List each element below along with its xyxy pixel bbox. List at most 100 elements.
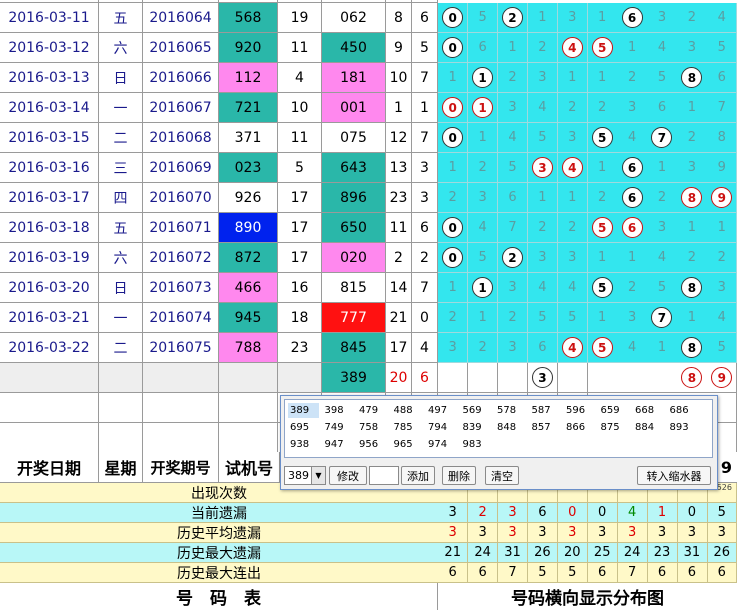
predict-ball: 8 xyxy=(681,367,703,388)
number-list-item[interactable]: 974 xyxy=(426,437,457,452)
modify-button[interactable]: 修改 xyxy=(329,466,367,485)
grid-cell-3: 3 xyxy=(527,63,559,93)
number-list-item[interactable]: 875 xyxy=(599,420,630,435)
stats-value: 7 xyxy=(617,563,648,583)
grid-cell-0: 0 xyxy=(438,213,469,243)
grid-cell-4: 2 xyxy=(557,213,588,243)
number-list-item[interactable]: 884 xyxy=(633,420,664,435)
cell-dk: 7 xyxy=(412,123,438,153)
grid-cell-9: 2 xyxy=(707,243,737,273)
predict-ts xyxy=(278,363,322,393)
grid-cell-9: 9 xyxy=(707,183,737,213)
stats-value: 31 xyxy=(497,543,529,563)
grid-cell-6: 4 xyxy=(617,123,648,153)
cell-week: 日 xyxy=(99,63,143,93)
cell-dk: 6 xyxy=(412,3,438,33)
number-list-item[interactable]: 668 xyxy=(633,403,664,418)
number-list-item[interactable]: 659 xyxy=(599,403,630,418)
transfer-to-filter-button[interactable]: 转入缩水器 xyxy=(637,466,711,485)
number-list-item[interactable]: 794 xyxy=(426,420,457,435)
add-button[interactable]: 添加 xyxy=(401,466,435,485)
grid-cell-0: 0 xyxy=(438,93,469,123)
cell-ds: 2 xyxy=(386,243,412,273)
chevron-down-icon[interactable]: ▼ xyxy=(311,467,325,484)
clear-button[interactable]: 清空 xyxy=(485,466,519,485)
grid-cell-9: 5 xyxy=(707,33,737,63)
delete-button[interactable]: 删除 xyxy=(442,466,476,485)
grid-cell-8: 8 xyxy=(677,63,708,93)
number-editor-popup: 389 398 479 488 497 569 578 587 596 659 668 686 695 7… xyxy=(280,395,718,490)
cell-dk: 7 xyxy=(412,63,438,93)
number-list-item[interactable]: 947 xyxy=(323,437,354,452)
grid-cell-4: 4 xyxy=(557,333,588,363)
cell-ds: 1 xyxy=(386,93,412,123)
grid-cell-6: 6 xyxy=(617,183,648,213)
number-input[interactable] xyxy=(369,466,399,485)
grid-cell-0: 0 xyxy=(438,33,469,63)
grid-cell-9: 5 xyxy=(707,333,737,363)
number-list-item[interactable]: 587 xyxy=(530,403,561,418)
stats-value: 3 xyxy=(647,523,678,543)
cell-week: 日 xyxy=(99,273,143,303)
number-list-item[interactable]: 965 xyxy=(392,437,423,452)
predict-date xyxy=(0,363,99,393)
number-list-item[interactable]: 389 xyxy=(288,403,319,418)
cell-week: 一 xyxy=(99,93,143,123)
number-list-item[interactable]: 578 xyxy=(495,403,526,418)
number-select[interactable]: 389 ▼ xyxy=(284,466,326,485)
number-list-item[interactable]: 785 xyxy=(392,420,423,435)
cell-date: 2016-03-18 xyxy=(0,213,99,243)
number-list-item[interactable]: 749 xyxy=(323,420,354,435)
number-list-item[interactable]: 983 xyxy=(461,437,492,452)
number-ball: 1 xyxy=(472,97,494,118)
stats-value: 3 xyxy=(438,503,469,523)
grid-cell-3: 1 xyxy=(527,183,559,213)
number-ball: 2 xyxy=(501,247,523,268)
number-list-item[interactable]: 857 xyxy=(530,420,561,435)
number-list-item[interactable]: 488 xyxy=(392,403,423,418)
number-list-item[interactable]: 956 xyxy=(357,437,388,452)
stats-value: 5 xyxy=(527,563,559,583)
number-list-item[interactable]: 497 xyxy=(426,403,457,418)
cell-trial: 872 xyxy=(219,243,278,273)
number-list-item[interactable]: 938 xyxy=(288,437,319,452)
number-ball: 0 xyxy=(442,97,464,118)
cell-date: 2016-03-16 xyxy=(0,153,99,183)
number-list-item[interactable]: 848 xyxy=(495,420,526,435)
grid-cell-5: 5 xyxy=(587,333,618,363)
predict-grid-cell-9: 9 xyxy=(707,363,737,393)
number-list-item[interactable]: 596 xyxy=(564,403,595,418)
number-list-item[interactable]: 686 xyxy=(668,403,699,418)
grid-cell-4: 3 xyxy=(557,123,588,153)
cell-week: 五 xyxy=(99,213,143,243)
number-list-item[interactable]: 398 xyxy=(323,403,354,418)
grid-cell-6: 2 xyxy=(617,63,648,93)
number-ball: 0 xyxy=(442,247,464,268)
number-list-item[interactable]: 866 xyxy=(564,420,595,435)
number-list-item[interactable]: 569 xyxy=(461,403,492,418)
cell-week: 六 xyxy=(99,33,143,63)
cell-date: 2016-03-15 xyxy=(0,123,99,153)
stats-value: 31 xyxy=(677,543,708,563)
number-list-item[interactable]: 758 xyxy=(357,420,388,435)
number-list[interactable]: 389 398 479 488 497 569 578 587 596 659 668 686 695 7… xyxy=(284,399,713,458)
cell-issue: 2016068 xyxy=(143,123,219,153)
cell-dk: 5 xyxy=(412,33,438,63)
number-list-item[interactable]: 479 xyxy=(357,403,388,418)
number-list-item[interactable]: 839 xyxy=(461,420,492,435)
grid-cell-8: 1 xyxy=(677,93,708,123)
cell-ts: 5 xyxy=(278,153,322,183)
blank-cell xyxy=(99,393,143,423)
grid-cell-6: 3 xyxy=(617,93,648,123)
grid-cell-8: 8 xyxy=(677,333,708,363)
grid-cell-5: 5 xyxy=(587,213,618,243)
grid-cell-4: 4 xyxy=(557,273,588,303)
number-list-item[interactable]: 893 xyxy=(668,420,699,435)
grid-cell-0: 1 xyxy=(438,63,469,93)
number-ball: 9 xyxy=(711,187,733,208)
grid-cell-4: 1 xyxy=(557,183,588,213)
blank-cell xyxy=(219,423,278,453)
number-list-item[interactable]: 695 xyxy=(288,420,319,435)
number-ball: 3 xyxy=(531,157,553,178)
grid-cell-9: 3 xyxy=(707,273,737,303)
